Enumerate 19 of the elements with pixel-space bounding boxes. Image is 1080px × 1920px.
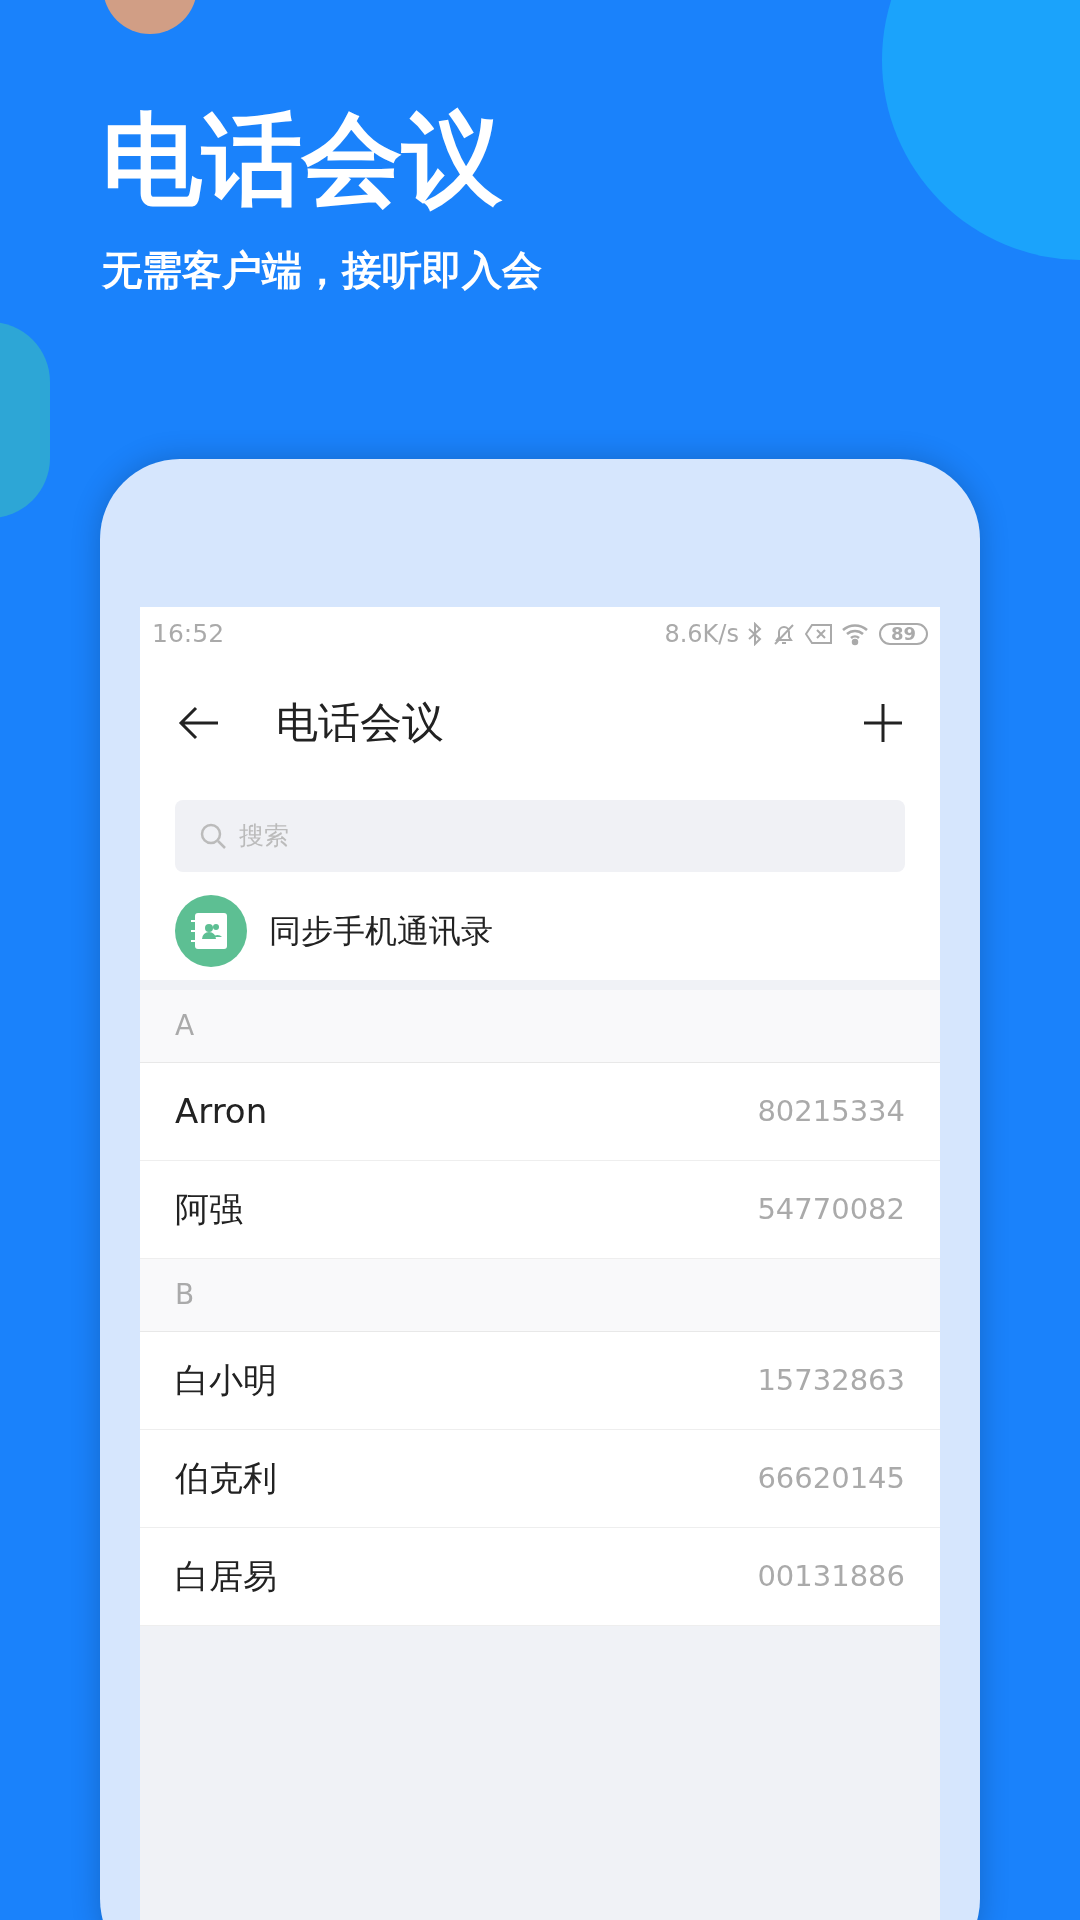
section-letter: A xyxy=(175,1008,195,1044)
status-time: 16:52 xyxy=(152,618,225,651)
battery-level: 89 xyxy=(878,623,928,645)
contact-row[interactable]: 白小明 15732863 xyxy=(140,1332,940,1430)
bluetooth-icon xyxy=(746,622,763,646)
network-speed: 8.6K/s xyxy=(664,619,739,650)
add-icon[interactable] xyxy=(864,703,902,742)
contact-row[interactable]: 伯克利 66620145 xyxy=(140,1430,940,1528)
page-title: 电话会议 xyxy=(276,697,444,749)
contact-row[interactable]: 白居易 00131886 xyxy=(140,1528,940,1626)
back-icon[interactable] xyxy=(178,705,220,740)
contact-row[interactable]: Arron 80215334 xyxy=(140,1063,940,1161)
address-book-icon xyxy=(175,895,247,967)
headline: 电话会议 xyxy=(102,100,502,220)
sync-contacts-row[interactable]: 同步手机通讯录 xyxy=(140,882,940,980)
section-letter: B xyxy=(175,1277,195,1313)
subtitle: 无需客户端，接听即入会 xyxy=(102,246,542,295)
search-icon xyxy=(199,822,227,850)
contact-row[interactable]: 阿强 54770082 xyxy=(140,1161,940,1259)
